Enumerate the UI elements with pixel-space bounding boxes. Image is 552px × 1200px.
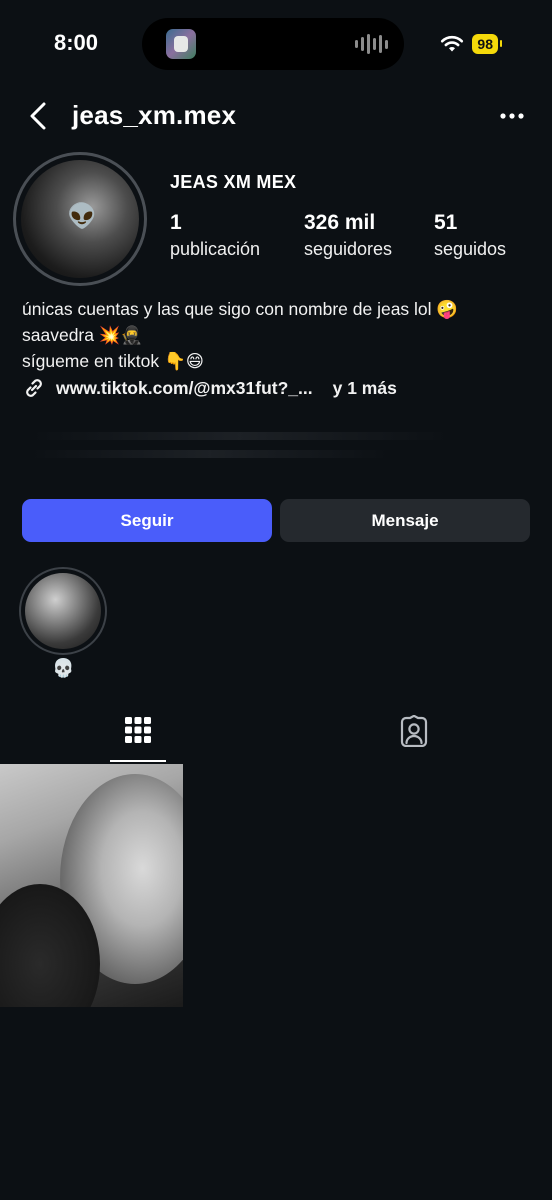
- now-playing-app-icon: [166, 29, 196, 59]
- bio-link-row[interactable]: www.tiktok.com/@mx31fut?_... y 1 más: [22, 376, 397, 400]
- follow-button[interactable]: Seguir: [22, 499, 272, 542]
- stat-posts-label: publicación: [170, 239, 261, 259]
- tab-posts-grid[interactable]: [110, 713, 166, 763]
- story-highlight-label: 💀: [52, 658, 75, 678]
- stat-following-value: 51: [434, 211, 458, 234]
- stat-followers-label: seguidores: [304, 239, 393, 259]
- story-highlight[interactable]: [19, 567, 107, 655]
- profile-username: jeas_xm.mex: [72, 100, 237, 130]
- profile-screen: 8:00 98 jeas_xm.mex 👽 JEAS XM MEX 1 publ…: [0, 0, 552, 1200]
- more-options-icon[interactable]: [498, 106, 526, 126]
- grid-icon: [125, 717, 151, 743]
- story-highlight-image: [25, 573, 101, 649]
- stat-followers-value: 326 mil: [304, 211, 376, 234]
- link-icon: [26, 379, 42, 397]
- grid-post[interactable]: [0, 764, 183, 1007]
- audio-waveform-icon: [355, 33, 388, 55]
- blurred-content: [30, 450, 390, 458]
- bio-link[interactable]: www.tiktok.com/@mx31fut?_...: [56, 378, 313, 399]
- battery-level: 98: [472, 34, 502, 54]
- bio-line: sígueme en tiktok 👇😄: [22, 351, 205, 371]
- bio-link-more[interactable]: y 1 más: [333, 378, 397, 399]
- stat-posts[interactable]: 1 publicación: [170, 210, 260, 262]
- back-button[interactable]: [22, 98, 56, 134]
- wifi-icon: [441, 35, 464, 52]
- avatar-image: 👽: [21, 160, 139, 278]
- bio-line: saavedra 💥🥷: [22, 325, 143, 345]
- status-indicators: 98: [440, 34, 502, 54]
- status-time: 8:00: [54, 30, 99, 55]
- profile-bio: únicas cuentas y las que sigo con nombre…: [22, 296, 532, 374]
- dynamic-island: [142, 18, 404, 70]
- display-name: JEAS XM MEX: [170, 172, 297, 192]
- tagged-person-icon: [400, 715, 428, 747]
- stat-following[interactable]: 51 seguidos: [434, 210, 506, 262]
- stat-followers[interactable]: 326 mil seguidores: [304, 210, 392, 262]
- tab-tagged[interactable]: [386, 713, 442, 763]
- bio-line: únicas cuentas y las que sigo con nombre…: [22, 299, 459, 319]
- profile-avatar[interactable]: 👽: [13, 152, 147, 286]
- active-tab-indicator: [110, 760, 166, 762]
- blurred-content: [30, 432, 450, 440]
- message-button[interactable]: Mensaje: [280, 499, 530, 542]
- stat-following-label: seguidos: [434, 239, 507, 259]
- avatar-alien-emoji: 👽: [67, 203, 97, 230]
- stat-posts-value: 1: [170, 211, 182, 234]
